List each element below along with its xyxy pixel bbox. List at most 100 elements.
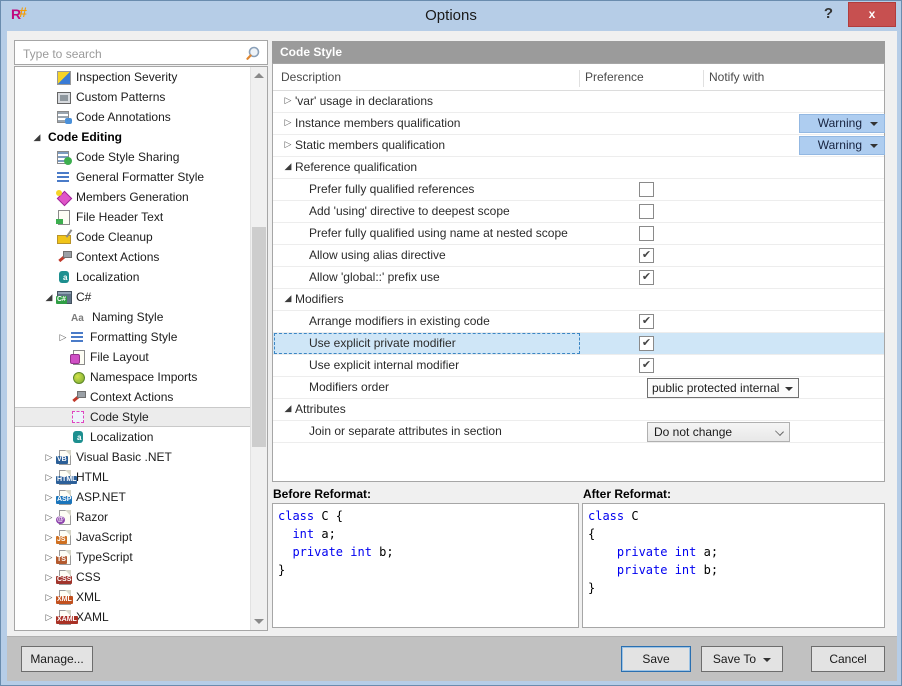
tree-item-file-header-text[interactable]: File Header Text (15, 207, 267, 227)
expander-open-icon[interactable] (30, 132, 44, 143)
option-row-prefer-fully-qualified-using-name-at-nested-scope[interactable]: Prefer fully qualified using name at nes… (273, 223, 884, 245)
option-row-use-explicit-private-modifier[interactable]: Use explicit private modifier (273, 333, 884, 355)
help-button[interactable]: ? (824, 5, 833, 22)
expander-closed-icon[interactable] (281, 117, 295, 128)
option-row-modifiers[interactable]: Modifiers (273, 289, 884, 311)
checkbox-checked[interactable] (639, 248, 654, 263)
expander-closed-icon[interactable] (42, 492, 56, 503)
checkbox-checked[interactable] (639, 270, 654, 285)
option-row-add-using-directive-to-deepest-scope[interactable]: Add 'using' directive to deepest scope (273, 201, 884, 223)
tree-item-html[interactable]: HTMLHTML (15, 467, 267, 487)
tree-item-localization[interactable]: aLocalization (15, 267, 267, 287)
close-button[interactable]: x (848, 2, 896, 27)
search-input[interactable] (21, 44, 240, 63)
column-notify-with: Notify with (709, 70, 764, 84)
checkbox-checked[interactable] (639, 314, 654, 329)
expander-closed-icon[interactable] (42, 472, 56, 483)
checkbox-unchecked[interactable] (639, 204, 654, 219)
checkbox-unchecked[interactable] (639, 226, 654, 241)
hammer-icon (56, 249, 72, 265)
tree-item-code-style[interactable]: Code Style (15, 407, 267, 427)
option-label: Use explicit internal modifier (309, 358, 459, 372)
tree-item-context-actions[interactable]: Context Actions (15, 247, 267, 267)
preference-dropdown[interactable]: public protected internal (647, 378, 799, 398)
option-row-instance-members-qualification[interactable]: Instance members qualificationWarning (273, 113, 884, 135)
tree-item-inspection-severity[interactable]: Inspection Severity (15, 67, 267, 87)
tree-item-members-generation[interactable]: Members Generation (15, 187, 267, 207)
option-row-static-members-qualification[interactable]: Static members qualificationWarning (273, 135, 884, 157)
option-row--var-usage-in-declarations[interactable]: 'var' usage in declarations (273, 91, 884, 113)
expander-closed-icon[interactable] (42, 452, 56, 463)
save-to-button[interactable]: Save To (701, 646, 783, 672)
tree-item-general-formatter-style[interactable]: General Formatter Style (15, 167, 267, 187)
cancel-button[interactable]: Cancel (811, 646, 885, 672)
preference-dropdown[interactable]: Do not change (647, 422, 790, 442)
expander-open-icon[interactable] (281, 293, 295, 304)
option-row-arrange-modifiers-in-existing-code[interactable]: Arrange modifiers in existing code (273, 311, 884, 333)
expander-closed-icon[interactable] (42, 532, 56, 543)
tree-item-naming-style[interactable]: AaNaming Style (15, 307, 267, 327)
expander-closed-icon[interactable] (42, 512, 56, 523)
tree-item-context-actions[interactable]: Context Actions (15, 387, 267, 407)
search-icon (246, 45, 263, 62)
expander-closed-icon[interactable] (42, 592, 56, 603)
tree-item-javascript[interactable]: JSJavaScript (15, 527, 267, 547)
inspection-icon (56, 69, 72, 85)
checkbox-unchecked[interactable] (639, 182, 654, 197)
tree-item-formatting-style[interactable]: Formatting Style (15, 327, 267, 347)
expander-closed-icon[interactable] (56, 332, 70, 343)
scrollbar-thumb[interactable] (252, 227, 266, 447)
option-row-attributes[interactable]: Attributes (273, 399, 884, 421)
formatter-icon (70, 329, 86, 345)
expander-closed-icon[interactable] (42, 552, 56, 563)
notify-with-dropdown[interactable]: Warning (799, 136, 885, 155)
option-label: 'var' usage in declarations (295, 94, 433, 108)
scroll-down-icon[interactable] (254, 619, 264, 624)
tree-item-code-annotations[interactable]: Code Annotations (15, 107, 267, 127)
expander-closed-icon[interactable] (42, 612, 56, 623)
option-row-modifiers-order[interactable]: Modifiers orderpublic protected internal (273, 377, 884, 399)
option-row-join-or-separate-attributes-in-section[interactable]: Join or separate attributes in sectionDo… (273, 421, 884, 443)
option-row-use-explicit-internal-modifier[interactable]: Use explicit internal modifier (273, 355, 884, 377)
checkbox-checked[interactable] (639, 358, 654, 373)
tree-item-code-editing[interactable]: Code Editing (15, 127, 267, 147)
tree-item-c-[interactable]: C#C# (15, 287, 267, 307)
search-box (14, 40, 268, 65)
tree-item-label: Members Generation (76, 190, 189, 204)
scroll-up-icon[interactable] (254, 73, 264, 78)
option-row-reference-qualification[interactable]: Reference qualification (273, 157, 884, 179)
expander-closed-icon[interactable] (281, 95, 295, 106)
tree-item-label: CSS (76, 570, 101, 584)
expander-closed-icon[interactable] (281, 139, 295, 150)
expander-open-icon[interactable] (42, 292, 56, 303)
tree-item-asp-net[interactable]: ASPASP.NET (15, 487, 267, 507)
option-row-allow-using-alias-directive[interactable]: Allow using alias directive (273, 245, 884, 267)
notify-with-dropdown[interactable]: Warning (799, 114, 885, 133)
tree-item-custom-patterns[interactable]: Custom Patterns (15, 87, 267, 107)
tree-item-xaml[interactable]: XAMLXAML (15, 607, 267, 627)
tree-item-localization[interactable]: aLocalization (15, 427, 267, 447)
save-button[interactable]: Save (621, 646, 691, 672)
tree-item-css[interactable]: CSSCSS (15, 567, 267, 587)
dropdown-arrow-icon (785, 387, 793, 391)
manage-button[interactable]: Manage... (21, 646, 93, 672)
expander-open-icon[interactable] (281, 403, 295, 414)
tree-item-visual-basic-net[interactable]: VBVisual Basic .NET (15, 447, 267, 467)
tree-item-xml[interactable]: XMLXML (15, 587, 267, 607)
option-row-prefer-fully-qualified-references[interactable]: Prefer fully qualified references (273, 179, 884, 201)
tree-scrollbar[interactable] (250, 67, 267, 630)
expander-open-icon[interactable] (281, 161, 295, 172)
tree-item-razor[interactable]: @Razor (15, 507, 267, 527)
option-row-allow-global-prefix-use[interactable]: Allow 'global::' prefix use (273, 267, 884, 289)
tree-item-file-layout[interactable]: File Layout (15, 347, 267, 367)
tree-item-code-cleanup[interactable]: Code Cleanup (15, 227, 267, 247)
expander-closed-icon[interactable] (42, 572, 56, 583)
tree-item-label: XML (76, 590, 101, 604)
tree-item-namespace-imports[interactable]: Namespace Imports (15, 367, 267, 387)
tree-item-code-style-sharing[interactable]: Code Style Sharing (15, 147, 267, 167)
tree-item-label: Inspection Severity (76, 70, 177, 84)
tree-item-label: Localization (76, 270, 139, 284)
after-reformat-code: class C{ private int a; private int b;} (582, 503, 885, 628)
checkbox-checked[interactable] (639, 336, 654, 351)
tree-item-typescript[interactable]: TSTypeScript (15, 547, 267, 567)
